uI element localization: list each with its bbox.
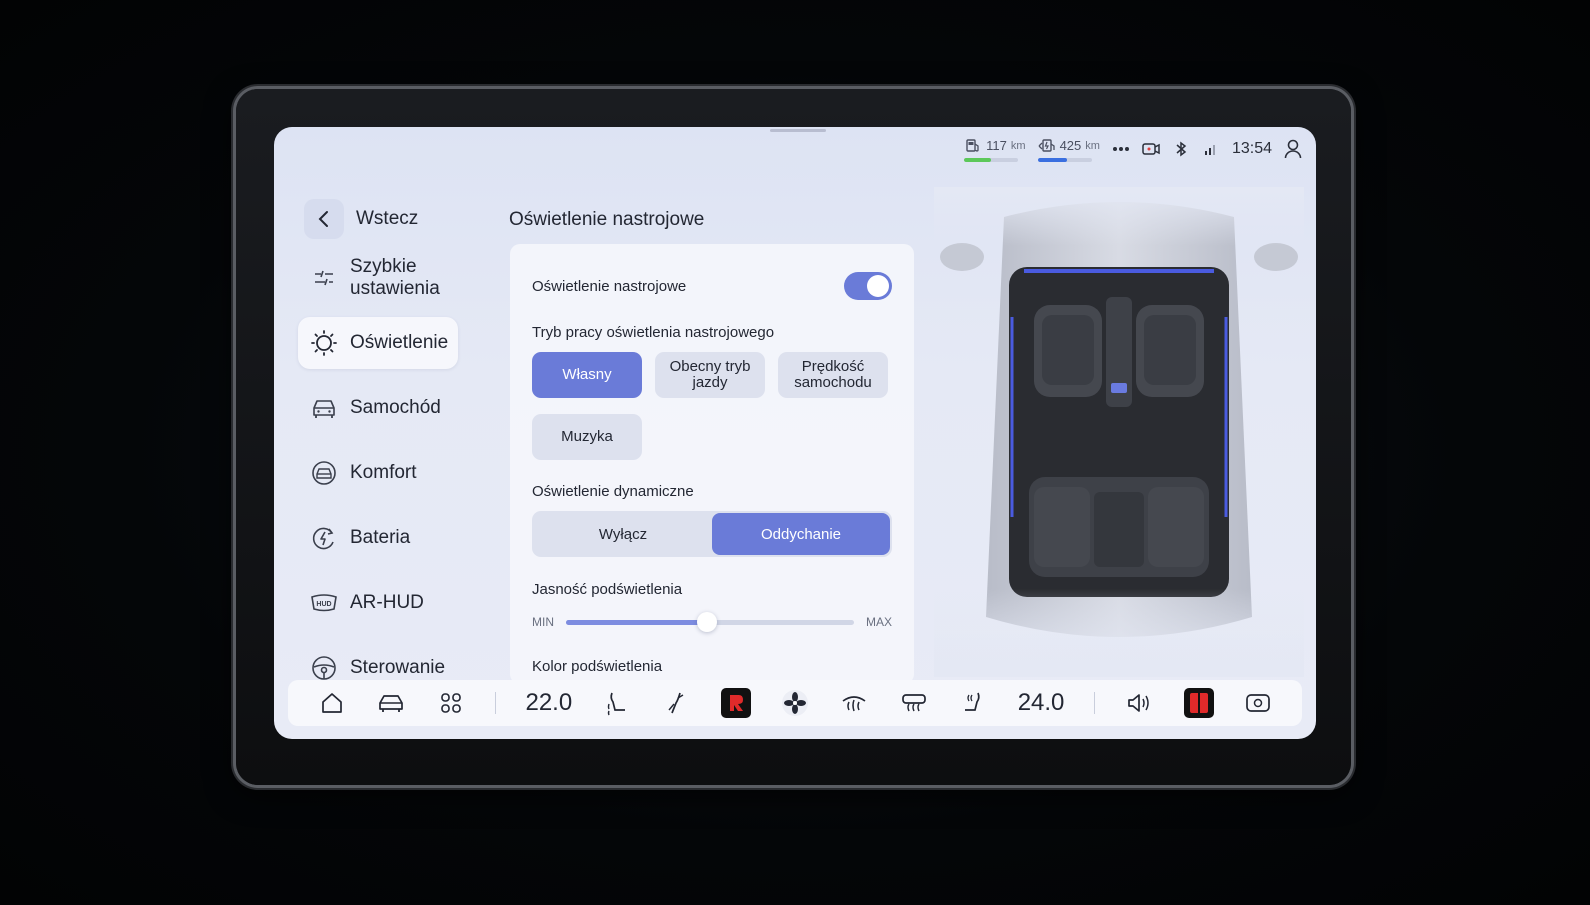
home-icon[interactable] [317,688,347,718]
apps-grid-icon[interactable] [436,688,466,718]
dashcam-icon[interactable] [1142,140,1160,158]
sidebar-item-battery[interactable]: Bateria [298,512,458,564]
media-app-tile-icon[interactable] [1183,688,1214,718]
clock: 13:54 [1231,140,1272,157]
range-electric-unit: km [1085,139,1100,152]
dynamic-option-breathing[interactable]: Oddychanie [712,513,890,555]
car-interior-top-view [934,187,1304,677]
mode-option-vehicle-speed[interactable]: Prędkość samochodu [778,352,888,398]
range-electric-bar [1037,157,1068,162]
mode-section-label: Tryb pracy oświetlenia nastrojowego [532,324,775,341]
bottom-dock: 22.0 24.0 [288,680,1302,726]
brightness-slider-row: MIN MAX [532,612,892,632]
volume-icon[interactable] [1124,688,1154,718]
ambient-lighting-row: Oświetlenie nastrojowe [532,272,892,300]
user-profile-icon[interactable] [1284,139,1302,159]
mode-option-drive-mode[interactable]: Obecny tryb jazdy [655,352,765,398]
range-fuel-bar [964,157,992,162]
passenger-temperature[interactable]: 24.0 [1018,689,1065,717]
settings-sidebar: Szybkie ustawienia Oświetlenie Samochód … [298,252,458,707]
brightness-fill [566,619,708,625]
sidebar-item-label: Bateria [350,527,411,548]
front-defrost-icon[interactable] [839,688,869,718]
sidebar-item-lighting[interactable]: Oświetlenie [298,317,458,369]
car-icon[interactable] [376,688,406,718]
range-indicator-electric: 425 km [1037,137,1100,162]
fan-icon[interactable] [780,688,810,718]
sidebar-item-label: Oświetlenie [350,332,449,353]
dock-divider [495,692,497,714]
rear-defrost-icon[interactable] [899,688,929,718]
car-icon [310,394,338,422]
range-fuel-unit: km [1010,139,1026,152]
screen-toggle-icon[interactable] [1243,688,1273,718]
ambient-lighting-label: Oświetlenie nastrojowe [532,277,687,295]
sidebar-item-label: AR-HUD [350,592,424,613]
dynamic-option-off[interactable]: Wyłącz [534,513,712,555]
steering-wheel-icon [310,654,338,682]
seat-heat-driver-icon[interactable] [602,688,632,718]
range-electric-value: 425 [1059,138,1082,153]
signal-strength-icon [1202,140,1220,158]
brightness-max-label: MAX [865,615,892,629]
infotainment-screen: 117 km 425 km 13:54 Wstecz Szybkie ustaw… [274,127,1316,739]
brightness-slider[interactable] [566,612,854,632]
chevron-left-icon [318,211,328,227]
color-section-label: Kolor podświetlenia [532,658,663,675]
ambient-lighting-toggle[interactable] [844,272,892,300]
sidebar-item-label: Samochód [350,397,441,418]
recirculation-tile-icon[interactable] [720,688,751,718]
svg-text:HUD: HUD [316,601,331,608]
sidebar-item-label: Komfort [350,462,417,483]
dynamic-section-label: Oświetlenie dynamiczne [532,483,694,500]
fuel-pump-icon [964,137,982,155]
brightness-section-label: Jasność podświetlenia [532,581,683,598]
brightness-slider-handle[interactable] [697,612,718,632]
sidebar-item-label: Szybkie ustawienia [350,256,440,299]
range-indicator-fuel: 117 km [964,137,1026,162]
page-title: Oświetlenie nastrojowe [509,209,705,230]
ambient-lighting-panel: Oświetlenie nastrojowe Tryb pracy oświet… [510,244,914,684]
status-bar: 117 km 425 km 13:54 [964,137,1302,162]
brightness-min-label: MIN [532,615,554,629]
more-icon[interactable] [1112,140,1130,158]
notification-pull-handle[interactable] [770,129,826,132]
sidebar-item-car[interactable]: Samochód [298,382,458,434]
back-label: Wstecz [356,208,419,229]
bluetooth-icon[interactable] [1172,140,1190,158]
sun-icon [310,329,338,357]
battery-charge-icon [310,524,338,552]
mode-option-custom[interactable]: Własny [532,352,642,398]
dock-divider [1093,692,1095,714]
driver-temperature[interactable]: 22.0 [525,689,572,717]
range-fuel-value: 117 [986,138,1007,153]
sliders-icon [310,264,338,292]
seat-recline-icon[interactable] [661,688,691,718]
sidebar-item-ar-hud[interactable]: HUD AR-HUD [298,577,458,629]
hud-icon: HUD [310,589,338,617]
steering-comfort-icon [310,459,338,487]
back-button[interactable] [304,199,344,239]
mode-option-music[interactable]: Muzyka [532,414,642,460]
mode-options: Własny Obecny tryb jazdy Prędkość samoch… [532,352,892,460]
dynamic-lighting-segmented: Wyłącz Oddychanie [532,511,892,557]
sidebar-item-quick-settings[interactable]: Szybkie ustawienia [298,252,458,304]
sidebar-item-comfort[interactable]: Komfort [298,447,458,499]
back-control[interactable]: Wstecz [304,199,418,239]
seat-heat-passenger-icon[interactable] [958,688,988,718]
sidebar-item-label: Sterowanie [350,657,446,678]
charging-station-icon [1038,137,1056,155]
